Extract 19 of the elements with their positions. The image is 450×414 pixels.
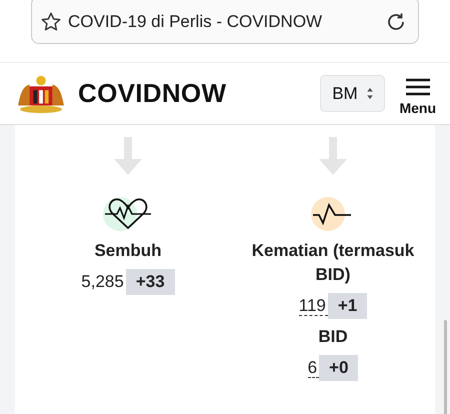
- menu-icon: [404, 78, 431, 96]
- down-arrow-icon: [114, 137, 142, 175]
- stat-label: BID: [318, 326, 348, 348]
- language-select[interactable]: BM: [320, 75, 386, 112]
- page-title: COVID-19 di Perlis - COVIDNOW: [68, 12, 324, 32]
- stat-label: Kematian (termasuk BID): [250, 240, 416, 286]
- brand-name: COVIDNOW: [78, 78, 228, 109]
- menu-button[interactable]: Menu: [399, 78, 436, 116]
- down-arrow-icon: [319, 137, 347, 175]
- stat-delta: +0: [319, 355, 358, 381]
- sort-icon: [366, 87, 374, 100]
- url-bar[interactable]: COVID-19 di Perlis - COVIDNOW: [31, 0, 419, 44]
- stat-value: 5,285: [81, 272, 125, 292]
- stat-delta: +33: [126, 269, 175, 295]
- stat-label: Sembuh: [94, 240, 162, 262]
- stat-delta: +1: [328, 293, 368, 319]
- icon-circle: [311, 197, 345, 231]
- star-icon[interactable]: [40, 11, 62, 33]
- scrollbar[interactable]: [444, 320, 447, 414]
